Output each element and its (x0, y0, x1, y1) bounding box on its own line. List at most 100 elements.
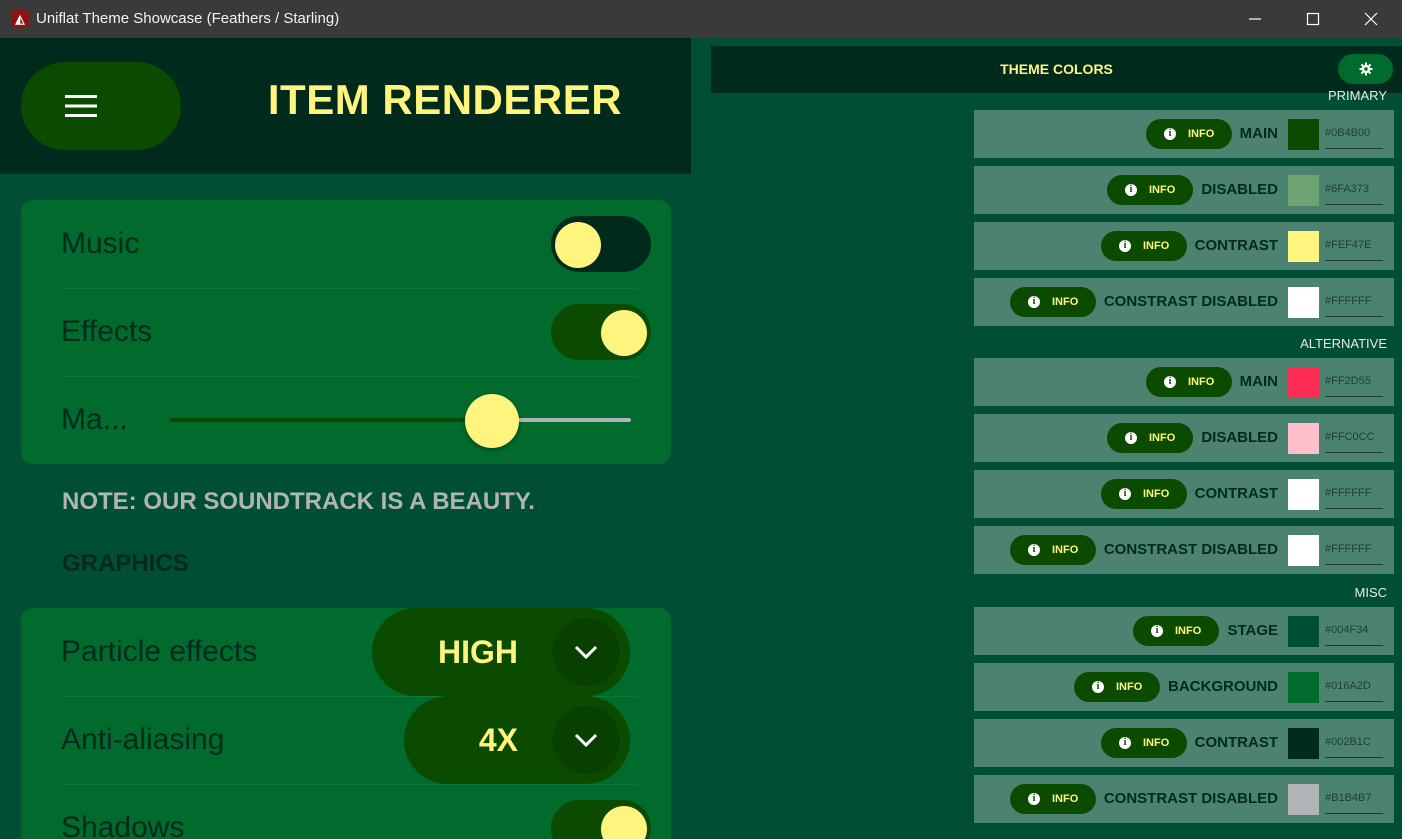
close-icon (1364, 12, 1378, 26)
chevron-down-icon (552, 618, 620, 686)
slider-fill (169, 418, 493, 422)
group-label-alternative: ALTERNATIVE (1300, 336, 1387, 351)
info-button[interactable]: i INFO (1101, 479, 1187, 509)
color-swatch[interactable] (1288, 479, 1319, 510)
color-row: CONSTRAST DISABLED i INFO #FFFFFF (974, 278, 1394, 326)
color-name: CONTRAST (1194, 734, 1278, 751)
info-button[interactable]: i INFO (1107, 175, 1193, 205)
info-button[interactable]: i INFO (1074, 672, 1160, 702)
info-button-label: INFO (1143, 737, 1170, 749)
hex-input[interactable]: #0B4B00 (1325, 118, 1383, 149)
master-volume-slider[interactable] (169, 394, 631, 448)
info-button[interactable]: i INFO (1146, 367, 1232, 397)
color-row: CONTRAST i INFO #FFFFFF (974, 470, 1394, 518)
soundtrack-note: NOTE: OUR SOUNDTRACK IS A BEAUTY. (62, 488, 535, 515)
effects-toggle[interactable] (551, 304, 651, 360)
color-swatch[interactable] (1288, 119, 1319, 150)
info-button[interactable]: i INFO (1010, 287, 1096, 317)
info-button[interactable]: i INFO (1101, 728, 1187, 758)
color-swatch[interactable] (1288, 535, 1319, 566)
info-icon: i (1028, 544, 1040, 556)
maximize-icon (1306, 12, 1320, 26)
info-button[interactable]: i INFO (1010, 535, 1096, 565)
effects-label: Effects (61, 315, 153, 348)
color-row: BACKGROUND i INFO #016A2D (974, 663, 1394, 711)
hex-input[interactable]: #FFFFFF (1325, 286, 1383, 317)
color-swatch[interactable] (1288, 728, 1319, 759)
info-button[interactable]: i INFO (1133, 616, 1219, 646)
audio-settings-card: Music Effects Ma... (21, 200, 671, 464)
color-swatch[interactable] (1288, 231, 1319, 262)
color-name: STAGE (1227, 622, 1278, 639)
slider-thumb[interactable] (465, 394, 520, 448)
window-titlebar: ◭ Uniflat Theme Showcase (Feathers / Sta… (0, 0, 1402, 38)
color-name: CONTRAST (1194, 485, 1278, 502)
hex-input[interactable]: #FFC0CC (1325, 422, 1383, 453)
color-swatch[interactable] (1288, 784, 1319, 815)
graphics-settings-card: Particle effects HIGH Anti-aliasing 4X S… (21, 608, 671, 839)
color-swatch[interactable] (1288, 672, 1319, 703)
info-button[interactable]: i INFO (1146, 119, 1232, 149)
hex-input[interactable]: #B1B4B7 (1325, 783, 1383, 814)
dropdown-value: 4X (478, 722, 518, 758)
color-name: CONSTRAST DISABLED (1103, 293, 1278, 310)
color-name: CONSTRAST DISABLED (1103, 541, 1278, 558)
master-volume-row: Ma... (61, 376, 636, 464)
color-name: BACKGROUND (1168, 678, 1278, 695)
settings-button[interactable] (1338, 54, 1393, 84)
color-row: CONSTRAST DISABLED i INFO #B1B4B7 (974, 775, 1394, 823)
app-logo-icon: ◭ (11, 10, 29, 28)
close-button[interactable] (1342, 0, 1400, 38)
chevron-down-icon (552, 706, 620, 774)
theme-colors-title: THEME COLORS (1000, 61, 1113, 77)
minimize-button[interactable] (1226, 0, 1284, 38)
info-button[interactable]: i INFO (1010, 784, 1096, 814)
music-row: Music (61, 200, 651, 289)
info-icon: i (1151, 625, 1163, 637)
menu-button[interactable] (21, 62, 181, 150)
color-name: CONSTRAST DISABLED (1103, 790, 1278, 807)
music-label: Music (61, 227, 140, 260)
hex-input[interactable]: #6FA373 (1325, 174, 1383, 205)
hex-input[interactable]: #FFFFFF (1325, 534, 1383, 565)
hex-input[interactable]: #004F34 (1325, 615, 1383, 646)
info-button-label: INFO (1149, 184, 1176, 196)
color-swatch[interactable] (1288, 367, 1319, 398)
hex-input[interactable]: #FFFFFF (1325, 478, 1383, 509)
color-swatch[interactable] (1288, 616, 1319, 647)
minimize-icon (1249, 18, 1261, 20)
color-name: DISABLED (1201, 429, 1278, 446)
shadows-toggle[interactable] (551, 800, 651, 839)
anti-aliasing-label: Anti-aliasing (61, 723, 225, 756)
color-swatch[interactable] (1288, 287, 1319, 318)
hex-input[interactable]: #FF2D55 (1325, 366, 1383, 397)
music-toggle[interactable] (551, 216, 651, 272)
hamburger-menu-icon (65, 95, 97, 117)
particle-effects-row: Particle effects HIGH (61, 608, 636, 697)
color-swatch[interactable] (1288, 175, 1319, 206)
gear-icon (1359, 62, 1372, 76)
info-icon: i (1092, 681, 1104, 693)
color-swatch[interactable] (1288, 423, 1319, 454)
item-renderer-panel: ITEM RENDERER Music Effects Ma... NOTE: … (0, 38, 691, 839)
hex-input[interactable]: #FEF47E (1325, 230, 1383, 261)
window-title: Uniflat Theme Showcase (Feathers / Starl… (36, 10, 340, 27)
hex-input[interactable]: #002B1C (1325, 727, 1383, 758)
color-row: DISABLED i INFO #6FA373 (974, 166, 1394, 214)
master-volume-label: Ma... (61, 403, 128, 436)
anti-aliasing-dropdown[interactable]: 4X (404, 696, 630, 784)
info-button[interactable]: i INFO (1101, 231, 1187, 261)
maximize-button[interactable] (1284, 0, 1342, 38)
group-label-misc: MISC (1354, 585, 1388, 600)
info-button[interactable]: i INFO (1107, 423, 1193, 453)
hex-input[interactable]: #016A2D (1325, 671, 1383, 702)
theme-colors-panel: THEME COLORS PRIMARY MAIN i INFO #0B4B00 DISA… (711, 38, 1402, 839)
color-row: CONSTRAST DISABLED i INFO #FFFFFF (974, 526, 1394, 574)
particle-effects-dropdown[interactable]: HIGH (372, 608, 630, 696)
color-name: DISABLED (1201, 181, 1278, 198)
page-title: ITEM RENDERER (267, 76, 623, 123)
info-button-label: INFO (1052, 544, 1079, 556)
info-button-label: INFO (1188, 128, 1215, 140)
graphics-heading: GRAPHICS (62, 550, 189, 577)
group-label-primary: PRIMARY (1328, 88, 1387, 103)
